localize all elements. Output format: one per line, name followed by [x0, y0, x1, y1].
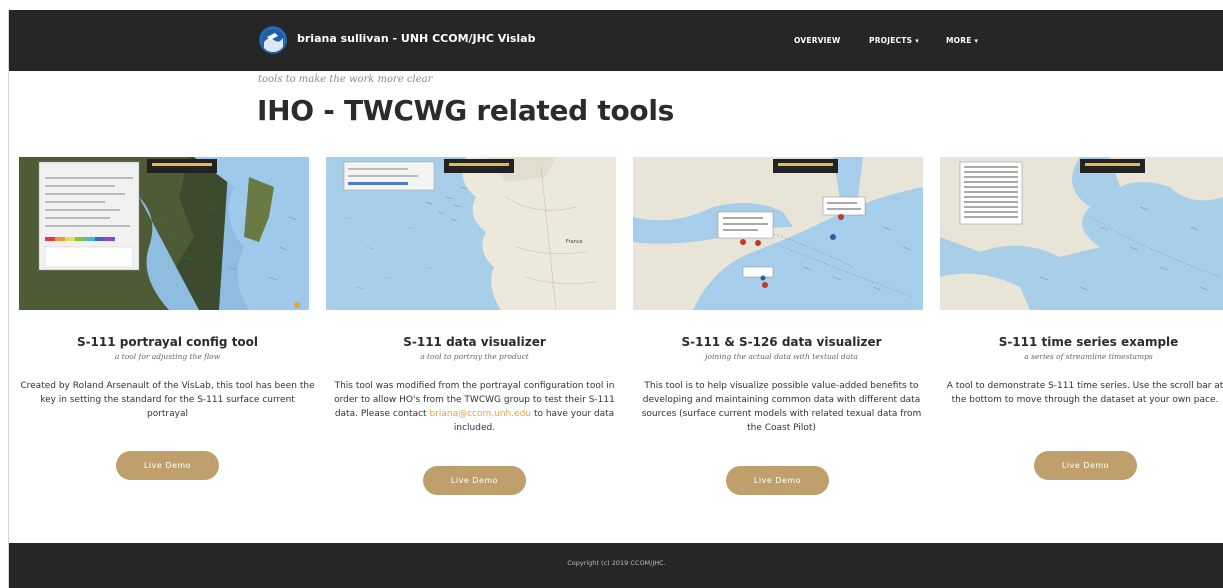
brand-name[interactable]: briana sullivan - UNH CCOM/JHC Vislab [297, 32, 535, 45]
contact-email-link[interactable]: briana@ccom.unh.edu [429, 409, 531, 419]
card-description: This tool is to help visualize possible … [641, 381, 922, 433]
nav-projects-dropdown[interactable]: PROJECTS ▾ [869, 36, 919, 45]
page-tagline: tools to make the work more clear [258, 74, 433, 85]
nav-overview-label: OVERVIEW [794, 36, 841, 45]
card-subtitle: a tool to portray the product [420, 352, 529, 361]
map-thumbnail-image[interactable] [940, 157, 1223, 310]
card-description: This tool was modified from the portraya… [326, 379, 623, 435]
card-title: S-111 portrayal config tool [76, 335, 259, 349]
svg-text:France: France [566, 239, 583, 245]
card-subtitle: joining the actual data with textual dat… [705, 352, 858, 361]
nav-overview[interactable]: OVERVIEW [794, 36, 840, 45]
page-frame: briana sullivan - UNH CCOM/JHC Vislab OV… [8, 10, 1223, 588]
live-demo-button[interactable]: Live Demo [1034, 451, 1137, 480]
card-description: Created by Roland Arsenault of the VisLa… [20, 381, 315, 419]
page-title: IHO - TWCWG related tools [257, 94, 674, 127]
live-demo-button[interactable]: Live Demo [726, 466, 829, 495]
caret-down-icon: ▾ [915, 37, 919, 45]
map-thumbnail-image[interactable] [633, 157, 923, 310]
live-demo-button[interactable]: Live Demo [423, 466, 526, 495]
card-description: A tool to demonstrate S-111 time series.… [946, 381, 1223, 405]
nav-more-dropdown[interactable]: MORE ▾ [946, 36, 978, 45]
card-subtitle: a series of streamline timestamps [1024, 352, 1153, 361]
copyright-text: Copyright (c) 2019 CCOM/JHC. [567, 559, 666, 567]
page-footer: Copyright (c) 2019 CCOM/JHC. [9, 543, 1223, 588]
card-title: S-111 & S-126 data visualizer [681, 335, 882, 349]
card-subtitle: a tool for adjusting the flow [114, 352, 221, 361]
card-title: S-111 time series example [998, 335, 1179, 349]
caret-down-icon: ▾ [974, 37, 979, 45]
card-title: S-111 data visualizer [403, 335, 546, 349]
nav-more-label: MORE [946, 36, 972, 45]
map-thumbnail-image[interactable]: France [326, 157, 616, 310]
nav-projects-label: PROJECTS [869, 36, 913, 45]
top-navbar: briana sullivan - UNH CCOM/JHC Vislab OV… [9, 10, 1223, 71]
live-demo-button[interactable]: Live Demo [116, 451, 219, 480]
map-thumbnail-image[interactable] [19, 157, 309, 310]
brand-logo-icon[interactable] [259, 26, 287, 54]
